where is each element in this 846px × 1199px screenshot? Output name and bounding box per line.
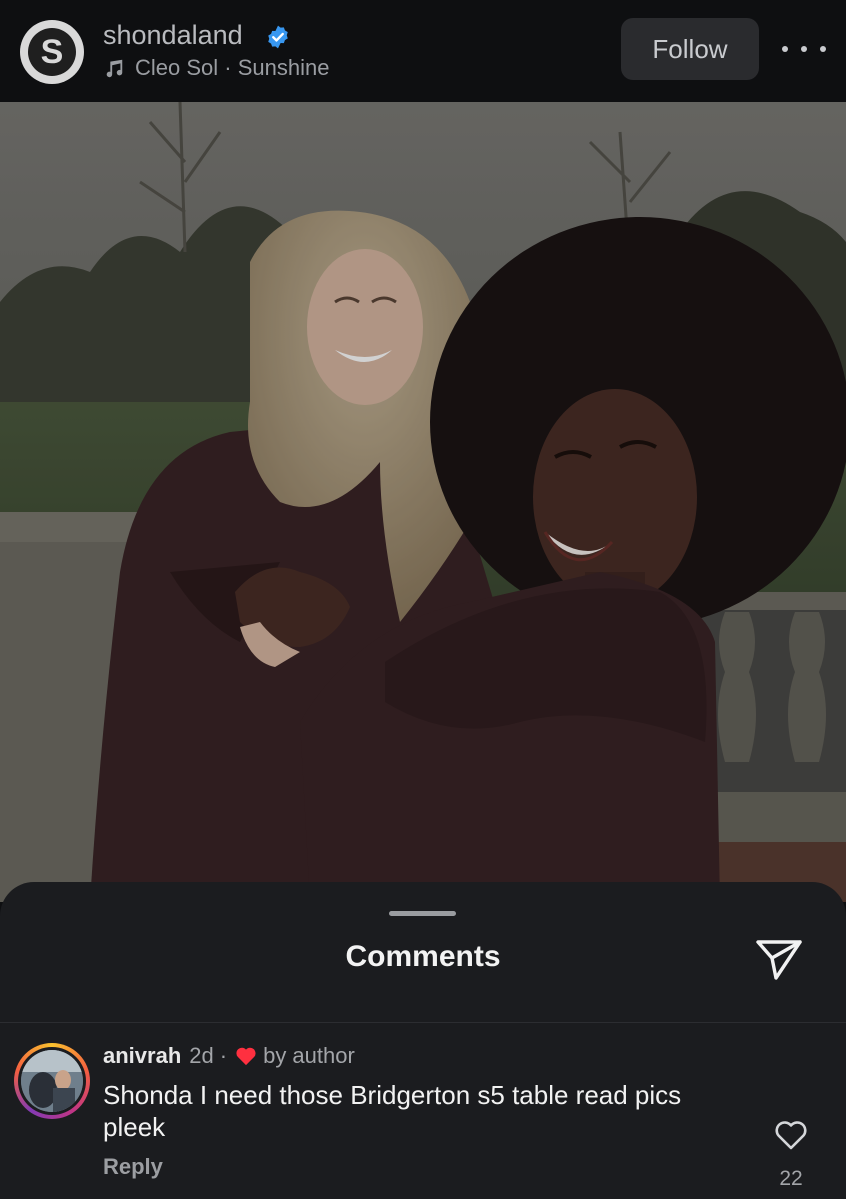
reply-button[interactable]: Reply: [103, 1154, 163, 1180]
account-avatar[interactable]: S: [20, 20, 84, 84]
comment-meta: anivrah 2d · by author: [103, 1043, 355, 1069]
comment-like-count: 22: [779, 1167, 803, 1190]
commenter-photo: [21, 1050, 83, 1112]
follow-button[interactable]: Follow: [621, 18, 759, 80]
comment-time: 2d: [189, 1043, 214, 1068]
send-icon[interactable]: [754, 936, 804, 982]
sheet-drag-handle[interactable]: [389, 911, 456, 916]
comments-title: Comments: [345, 940, 501, 973]
commenter-avatar[interactable]: [14, 1043, 90, 1119]
commenter-username[interactable]: anivrah: [103, 1043, 181, 1069]
more-options-icon[interactable]: [782, 34, 826, 64]
music-note-icon: [106, 59, 123, 78]
comment-item: anivrah 2d · by author Shonda I need tho…: [0, 1023, 846, 1199]
comment-text: Shonda I need those Bridgerton s5 table …: [103, 1080, 682, 1142]
comments-sheet: Comments anivrah 2d · by author Shonda I…: [0, 882, 846, 1199]
post-header: S shondaland Cleo Sol · Sunshine Follow: [0, 0, 846, 102]
post-photo-illustration: [0, 102, 846, 902]
liked-by-author-label: by author: [263, 1043, 355, 1068]
avatar-initial: S: [28, 28, 76, 76]
audio-label: Cleo Sol · Sunshine: [135, 55, 330, 80]
verified-badge-icon: [268, 25, 288, 49]
meta-separator: ·: [219, 1043, 228, 1068]
heart-outline-icon[interactable]: [774, 1119, 808, 1151]
audio-track[interactable]: Cleo Sol · Sunshine: [103, 54, 329, 82]
red-heart-icon: [236, 1047, 256, 1066]
account-username[interactable]: shondaland: [103, 20, 243, 51]
post-photo[interactable]: [0, 102, 846, 902]
